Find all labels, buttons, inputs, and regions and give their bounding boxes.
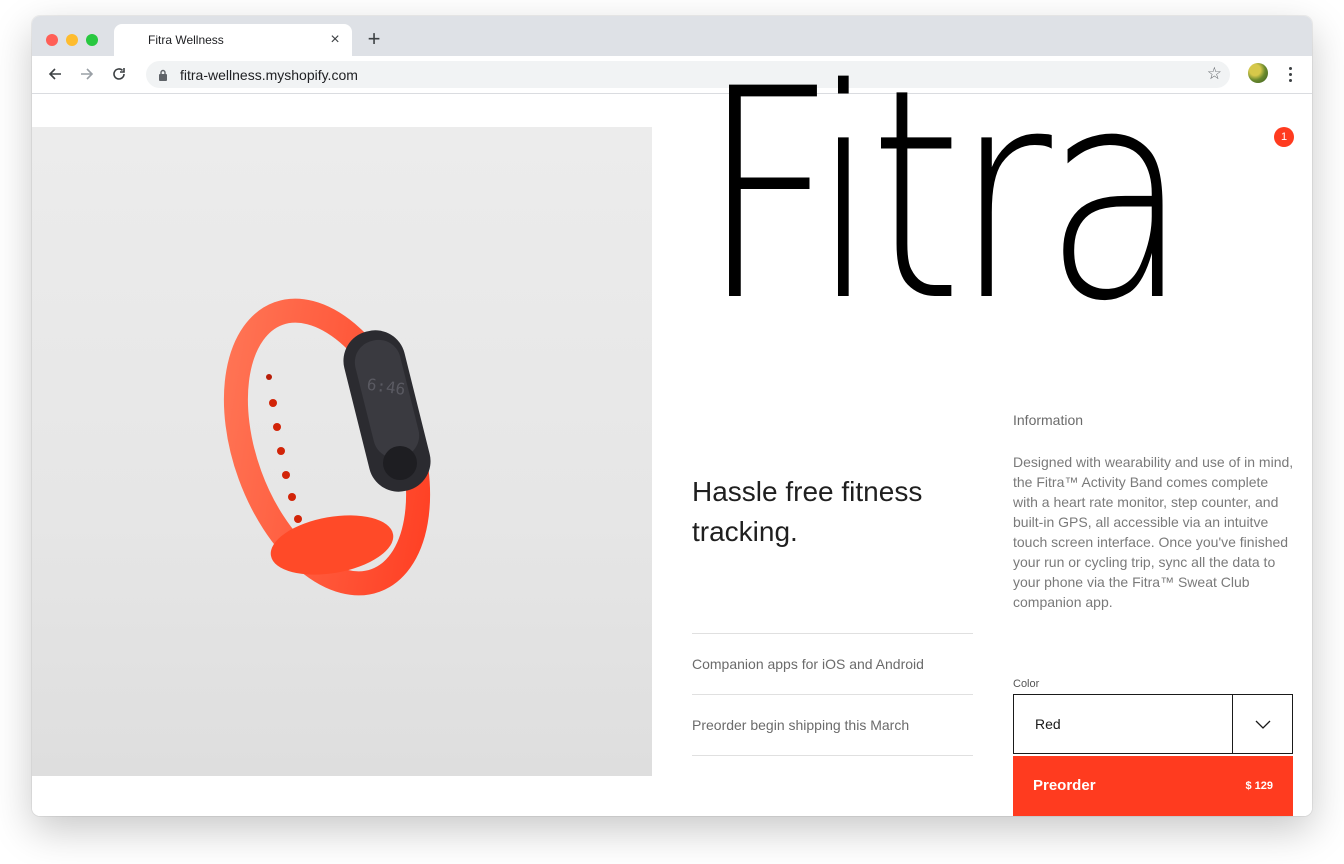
- color-select[interactable]: Red: [1013, 694, 1293, 754]
- product-image: 6:46: [32, 127, 652, 776]
- forward-arrow-icon[interactable]: [76, 63, 98, 85]
- cart-count-badge[interactable]: 1: [1274, 127, 1294, 147]
- menu-kebab-icon[interactable]: [1280, 63, 1300, 85]
- tab-title: Fitra Wellness: [148, 33, 224, 47]
- url-text[interactable]: fitra-wellness.myshopify.com: [180, 67, 358, 83]
- maximize-window-button[interactable]: [86, 34, 98, 46]
- star-icon[interactable]: ☆: [1207, 64, 1222, 84]
- feature-item: Preorder begin shipping this March: [692, 695, 973, 756]
- information-body: Designed with wearability and use of in …: [1013, 454, 1294, 610]
- lock-icon: [158, 68, 168, 86]
- color-select-value: Red: [1035, 716, 1061, 732]
- brand-logo[interactable]: Fitra: [700, 52, 1189, 342]
- back-arrow-icon[interactable]: [44, 63, 66, 85]
- new-tab-button[interactable]: +: [364, 28, 384, 50]
- chevron-down-icon[interactable]: [1232, 695, 1292, 753]
- preorder-button[interactable]: Preorder $ 129: [1013, 756, 1293, 816]
- minimize-window-button[interactable]: [66, 34, 78, 46]
- feature-list: Companion apps for iOS and Android Preor…: [692, 633, 973, 756]
- feature-item: Companion apps for iOS and Android: [692, 634, 973, 695]
- reload-icon[interactable]: [108, 63, 130, 85]
- browser-window: Fitra Wellness × + fitra-wellness.myshop…: [32, 16, 1312, 816]
- profile-avatar[interactable]: [1248, 63, 1268, 83]
- store-page: 6:46 Fitra 1 Hassle free fitness trackin…: [32, 52, 1312, 816]
- product-tagline: Hassle free fitness tracking.: [692, 476, 923, 547]
- close-window-button[interactable]: [46, 34, 58, 46]
- preorder-price: $ 129: [1245, 780, 1273, 792]
- color-label: Color: [1013, 678, 1040, 690]
- tab-fitra-wellness[interactable]: Fitra Wellness ×: [114, 24, 352, 56]
- tab-close-icon[interactable]: ×: [326, 31, 344, 49]
- information-heading: Information: [1013, 412, 1084, 428]
- activity-band-image: 6:46: [223, 298, 431, 596]
- preorder-label: Preorder: [1033, 777, 1096, 794]
